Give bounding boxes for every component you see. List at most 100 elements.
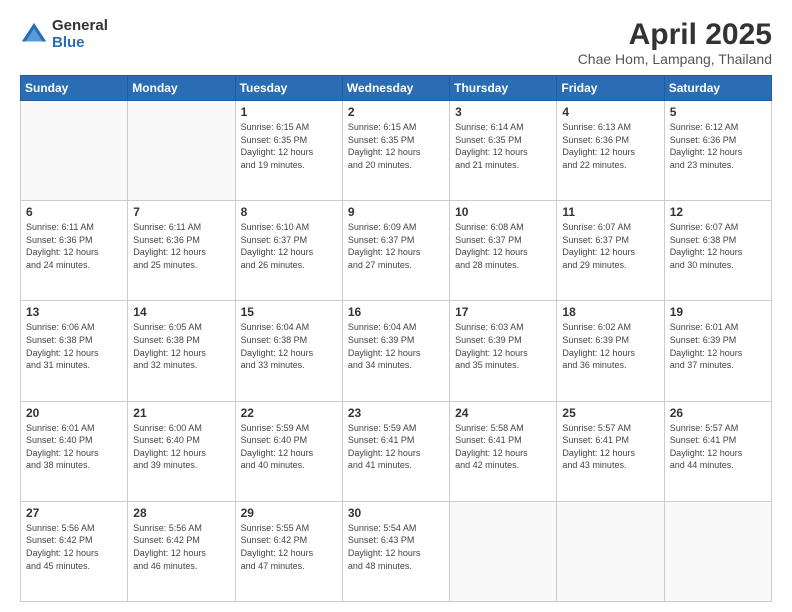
calendar-cell: 18 Sunrise: 6:02 AM Sunset: 6:39 PM Dayli… (557, 301, 664, 401)
calendar-cell: 25 Sunrise: 5:57 AM Sunset: 6:41 PM Dayli… (557, 401, 664, 501)
day-number: 27 (26, 506, 122, 520)
day-number: 15 (241, 305, 337, 319)
day-info: Sunrise: 6:04 AM Sunset: 6:39 PM Dayligh… (348, 321, 444, 371)
calendar-body: 1 Sunrise: 6:15 AM Sunset: 6:35 PM Daylig… (21, 101, 772, 602)
sub-title: Chae Hom, Lampang, Thailand (578, 51, 772, 67)
main-title: April 2025 (578, 18, 772, 51)
day-info: Sunrise: 6:04 AM Sunset: 6:38 PM Dayligh… (241, 321, 337, 371)
day-info: Sunrise: 6:05 AM Sunset: 6:38 PM Dayligh… (133, 321, 229, 371)
day-info: Sunrise: 5:54 AM Sunset: 6:43 PM Dayligh… (348, 522, 444, 572)
logo-general-text: General (52, 18, 108, 35)
days-of-week-row: SundayMondayTuesdayWednesdayThursdayFrid… (21, 76, 772, 101)
week-row-2: 13 Sunrise: 6:06 AM Sunset: 6:38 PM Dayli… (21, 301, 772, 401)
day-header-monday: Monday (128, 76, 235, 101)
calendar-table: SundayMondayTuesdayWednesdayThursdayFrid… (20, 75, 772, 602)
day-info: Sunrise: 6:11 AM Sunset: 6:36 PM Dayligh… (26, 221, 122, 271)
logo: General Blue (20, 18, 108, 51)
day-number: 4 (562, 105, 658, 119)
day-header-friday: Friday (557, 76, 664, 101)
day-number: 3 (455, 105, 551, 119)
day-number: 21 (133, 406, 229, 420)
day-info: Sunrise: 6:07 AM Sunset: 6:37 PM Dayligh… (562, 221, 658, 271)
calendar-cell: 13 Sunrise: 6:06 AM Sunset: 6:38 PM Dayli… (21, 301, 128, 401)
calendar-cell: 30 Sunrise: 5:54 AM Sunset: 6:43 PM Dayli… (342, 501, 449, 601)
day-number: 1 (241, 105, 337, 119)
day-number: 19 (670, 305, 766, 319)
day-number: 23 (348, 406, 444, 420)
day-info: Sunrise: 5:59 AM Sunset: 6:40 PM Dayligh… (241, 422, 337, 472)
day-number: 6 (26, 205, 122, 219)
day-info: Sunrise: 6:10 AM Sunset: 6:37 PM Dayligh… (241, 221, 337, 271)
calendar-cell: 7Sunrise: 6:11 AM Sunset: 6:36 PM Daylig… (128, 201, 235, 301)
calendar-cell: 15 Sunrise: 6:04 AM Sunset: 6:38 PM Dayli… (235, 301, 342, 401)
calendar-cell: 9Sunrise: 6:09 AM Sunset: 6:37 PM Daylig… (342, 201, 449, 301)
day-info: Sunrise: 6:01 AM Sunset: 6:39 PM Dayligh… (670, 321, 766, 371)
week-row-3: 20 Sunrise: 6:01 AM Sunset: 6:40 PM Dayli… (21, 401, 772, 501)
day-header-wednesday: Wednesday (342, 76, 449, 101)
day-number: 30 (348, 506, 444, 520)
day-number: 10 (455, 205, 551, 219)
calendar-cell: 26Sunrise: 5:57 AM Sunset: 6:41 PM Dayli… (664, 401, 771, 501)
calendar-cell: 12Sunrise: 6:07 AM Sunset: 6:38 PM Dayli… (664, 201, 771, 301)
day-info: Sunrise: 6:12 AM Sunset: 6:36 PM Dayligh… (670, 121, 766, 171)
calendar-cell (450, 501, 557, 601)
logo-text: General Blue (52, 18, 108, 51)
day-number: 2 (348, 105, 444, 119)
day-number: 28 (133, 506, 229, 520)
logo-icon (20, 21, 48, 49)
day-header-thursday: Thursday (450, 76, 557, 101)
day-number: 25 (562, 406, 658, 420)
day-info: Sunrise: 6:13 AM Sunset: 6:36 PM Dayligh… (562, 121, 658, 171)
day-number: 14 (133, 305, 229, 319)
day-info: Sunrise: 5:58 AM Sunset: 6:41 PM Dayligh… (455, 422, 551, 472)
day-number: 29 (241, 506, 337, 520)
day-number: 22 (241, 406, 337, 420)
day-number: 20 (26, 406, 122, 420)
day-info: Sunrise: 6:06 AM Sunset: 6:38 PM Dayligh… (26, 321, 122, 371)
calendar-cell: 19 Sunrise: 6:01 AM Sunset: 6:39 PM Dayli… (664, 301, 771, 401)
day-header-sunday: Sunday (21, 76, 128, 101)
day-number: 24 (455, 406, 551, 420)
day-info: Sunrise: 6:08 AM Sunset: 6:37 PM Dayligh… (455, 221, 551, 271)
calendar-cell: 3 Sunrise: 6:14 AM Sunset: 6:35 PM Daylig… (450, 101, 557, 201)
week-row-0: 1 Sunrise: 6:15 AM Sunset: 6:35 PM Daylig… (21, 101, 772, 201)
day-number: 7 (133, 205, 229, 219)
day-number: 18 (562, 305, 658, 319)
day-number: 26 (670, 406, 766, 420)
calendar-cell (557, 501, 664, 601)
day-info: Sunrise: 5:56 AM Sunset: 6:42 PM Dayligh… (26, 522, 122, 572)
calendar-cell: 23 Sunrise: 5:59 AM Sunset: 6:41 PM Dayli… (342, 401, 449, 501)
day-info: Sunrise: 5:59 AM Sunset: 6:41 PM Dayligh… (348, 422, 444, 472)
calendar-cell: 20 Sunrise: 6:01 AM Sunset: 6:40 PM Dayli… (21, 401, 128, 501)
day-info: Sunrise: 6:15 AM Sunset: 6:35 PM Dayligh… (348, 121, 444, 171)
calendar-header: SundayMondayTuesdayWednesdayThursdayFrid… (21, 76, 772, 101)
day-number: 13 (26, 305, 122, 319)
day-info: Sunrise: 6:03 AM Sunset: 6:39 PM Dayligh… (455, 321, 551, 371)
calendar-cell: 17 Sunrise: 6:03 AM Sunset: 6:39 PM Dayli… (450, 301, 557, 401)
day-info: Sunrise: 6:14 AM Sunset: 6:35 PM Dayligh… (455, 121, 551, 171)
day-number: 17 (455, 305, 551, 319)
calendar-cell: 4 Sunrise: 6:13 AM Sunset: 6:36 PM Daylig… (557, 101, 664, 201)
calendar-cell: 21 Sunrise: 6:00 AM Sunset: 6:40 PM Dayli… (128, 401, 235, 501)
day-info: Sunrise: 6:02 AM Sunset: 6:39 PM Dayligh… (562, 321, 658, 371)
day-number: 12 (670, 205, 766, 219)
calendar-cell: 2 Sunrise: 6:15 AM Sunset: 6:35 PM Daylig… (342, 101, 449, 201)
day-info: Sunrise: 5:55 AM Sunset: 6:42 PM Dayligh… (241, 522, 337, 572)
calendar-cell: 10 Sunrise: 6:08 AM Sunset: 6:37 PM Dayli… (450, 201, 557, 301)
day-number: 16 (348, 305, 444, 319)
day-info: Sunrise: 5:57 AM Sunset: 6:41 PM Dayligh… (562, 422, 658, 472)
calendar-cell: 29 Sunrise: 5:55 AM Sunset: 6:42 PM Dayli… (235, 501, 342, 601)
day-info: Sunrise: 6:01 AM Sunset: 6:40 PM Dayligh… (26, 422, 122, 472)
calendar-cell: 6 Sunrise: 6:11 AM Sunset: 6:36 PM Daylig… (21, 201, 128, 301)
calendar-cell: 11Sunrise: 6:07 AM Sunset: 6:37 PM Dayli… (557, 201, 664, 301)
week-row-1: 6 Sunrise: 6:11 AM Sunset: 6:36 PM Daylig… (21, 201, 772, 301)
day-header-saturday: Saturday (664, 76, 771, 101)
calendar-cell: 5Sunrise: 6:12 AM Sunset: 6:36 PM Daylig… (664, 101, 771, 201)
calendar-cell: 1 Sunrise: 6:15 AM Sunset: 6:35 PM Daylig… (235, 101, 342, 201)
week-row-4: 27 Sunrise: 5:56 AM Sunset: 6:42 PM Dayli… (21, 501, 772, 601)
day-info: Sunrise: 6:15 AM Sunset: 6:35 PM Dayligh… (241, 121, 337, 171)
calendar-cell: 8Sunrise: 6:10 AM Sunset: 6:37 PM Daylig… (235, 201, 342, 301)
calendar-cell (664, 501, 771, 601)
day-info: Sunrise: 6:00 AM Sunset: 6:40 PM Dayligh… (133, 422, 229, 472)
calendar-cell (128, 101, 235, 201)
